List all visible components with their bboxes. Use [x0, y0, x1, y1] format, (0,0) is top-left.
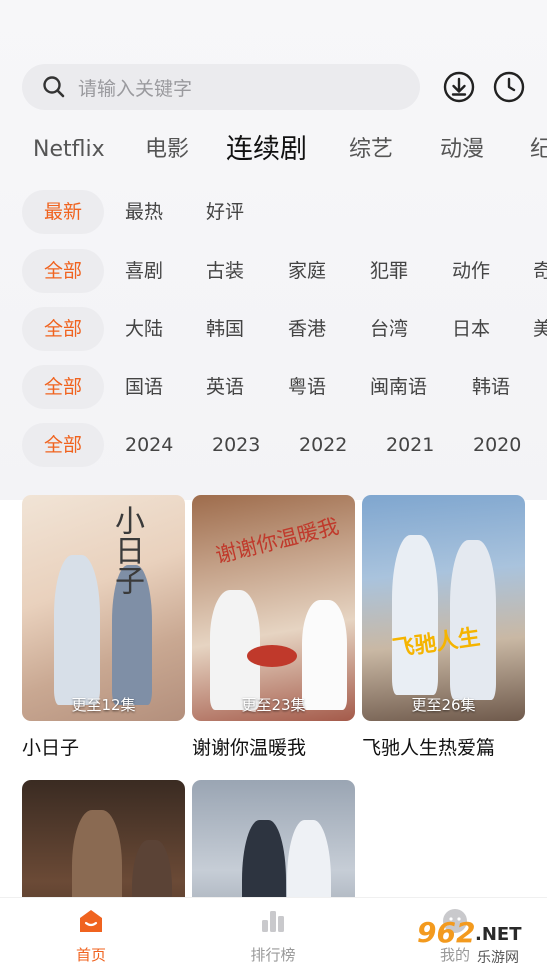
search-input[interactable]: 请输入关键字 [22, 64, 420, 110]
filter-row-genre: 全部 喜剧 古装 家庭 犯罪 动作 奇 [0, 249, 547, 293]
poster-title-art: 小日子 [109, 505, 144, 595]
filter-row-year: 全部 2024 2023 2022 2021 2020 [0, 423, 547, 467]
chip-genre-all[interactable]: 全部 [22, 249, 104, 293]
chip-region-mainland[interactable]: 大陆 [125, 307, 163, 351]
filter-row-language: 全部 国语 英语 粤语 闽南语 韩语 [0, 365, 547, 409]
download-button[interactable] [442, 70, 476, 104]
chip-sort-hot[interactable]: 最热 [125, 190, 163, 234]
tab-variety[interactable]: 综艺 [349, 126, 393, 174]
svg-text:.NET: .NET [475, 924, 522, 945]
show-title: 小日子 [22, 737, 80, 759]
chip-year-all[interactable]: 全部 [22, 423, 104, 467]
chip-year-2021[interactable]: 2021 [386, 423, 434, 467]
tab-series[interactable]: 连续剧 [226, 126, 307, 174]
chip-genre-family[interactable]: 家庭 [288, 249, 326, 293]
chip-genre-crime[interactable]: 犯罪 [370, 249, 408, 293]
search-row: 请输入关键字 [22, 64, 527, 110]
nav-ranking[interactable]: 排行榜 [223, 906, 323, 965]
chip-lang-korean[interactable]: 韩语 [472, 365, 510, 409]
home-icon [80, 910, 102, 932]
chip-year-2023[interactable]: 2023 [212, 423, 260, 467]
chip-lang-minnan[interactable]: 闽南语 [370, 365, 427, 409]
chip-genre-comedy[interactable]: 喜剧 [125, 249, 163, 293]
nav-home-label: 首页 [75, 946, 106, 964]
chip-year-2024[interactable]: 2024 [125, 423, 173, 467]
nav-ranking-label: 排行榜 [250, 946, 296, 964]
nav-home[interactable]: 首页 [41, 906, 141, 965]
chip-sort-latest[interactable]: 最新 [22, 190, 104, 234]
download-icon [443, 71, 475, 103]
filter-row-sort: 最新 最热 好评 [0, 190, 547, 234]
show-poster: 小日子 更至12集 [22, 495, 185, 721]
tab-documentary[interactable]: 纪 [530, 126, 547, 174]
chip-lang-cantonese[interactable]: 粤语 [288, 365, 326, 409]
chip-region-usa[interactable]: 美 [533, 307, 547, 351]
chip-genre-fantasy[interactable]: 奇 [533, 249, 547, 293]
show-card[interactable]: 小日子 更至12集 小日子 [22, 495, 185, 760]
tab-anime[interactable]: 动漫 [440, 126, 484, 174]
chip-genre-costume[interactable]: 古装 [206, 249, 244, 293]
history-button[interactable] [492, 70, 526, 104]
chip-region-korea[interactable]: 韩国 [206, 307, 244, 351]
chip-year-2022[interactable]: 2022 [299, 423, 347, 467]
svg-text:乐游网: 乐游网 [477, 950, 519, 966]
chip-lang-mandarin[interactable]: 国语 [125, 365, 163, 409]
show-poster: 飞驰人生 更至26集 [362, 495, 525, 721]
show-card[interactable]: 谢谢你温暖我 更至23集 谢谢你温暖我 [192, 495, 355, 760]
episode-badge: 更至26集 [411, 696, 476, 714]
chip-year-2020[interactable]: 2020 [473, 423, 521, 467]
episode-badge: 更至23集 [241, 696, 306, 714]
show-title: 飞驰人生热爱篇 [362, 737, 496, 759]
filter-row-region: 全部 大陆 韩国 香港 台湾 日本 美 [0, 307, 547, 351]
chip-lang-all[interactable]: 全部 [22, 365, 104, 409]
chip-region-taiwan[interactable]: 台湾 [370, 307, 408, 351]
show-card[interactable]: 飞驰人生 更至26集 飞驰人生热爱篇 [362, 495, 525, 760]
watermark-icon: 962 .NET 乐游网 [417, 916, 522, 966]
chip-sort-rated[interactable]: 好评 [206, 190, 244, 234]
svg-text:962: 962 [417, 916, 475, 949]
chip-region-japan[interactable]: 日本 [452, 307, 490, 351]
poster-title-art: 谢谢你温暖我 [213, 514, 342, 568]
show-poster: 谢谢你温暖我 更至23集 [192, 495, 355, 721]
ranking-icon [262, 911, 284, 932]
search-placeholder: 请输入关键字 [78, 77, 193, 100]
chip-genre-action[interactable]: 动作 [452, 249, 490, 293]
episode-badge: 更至12集 [71, 696, 136, 714]
clock-icon [493, 71, 525, 103]
tab-netflix[interactable]: Netflix [33, 126, 105, 174]
chip-lang-english[interactable]: 英语 [206, 365, 244, 409]
chip-region-all[interactable]: 全部 [22, 307, 104, 351]
category-tabs: Netflix 电影 连续剧 综艺 动漫 纪 [0, 126, 547, 174]
search-icon [43, 76, 65, 98]
chip-region-hongkong[interactable]: 香港 [288, 307, 326, 351]
watermark-logo: 962 .NET 乐游网 [415, 912, 543, 968]
show-title: 谢谢你温暖我 [192, 737, 307, 759]
tab-movie[interactable]: 电影 [145, 126, 189, 174]
